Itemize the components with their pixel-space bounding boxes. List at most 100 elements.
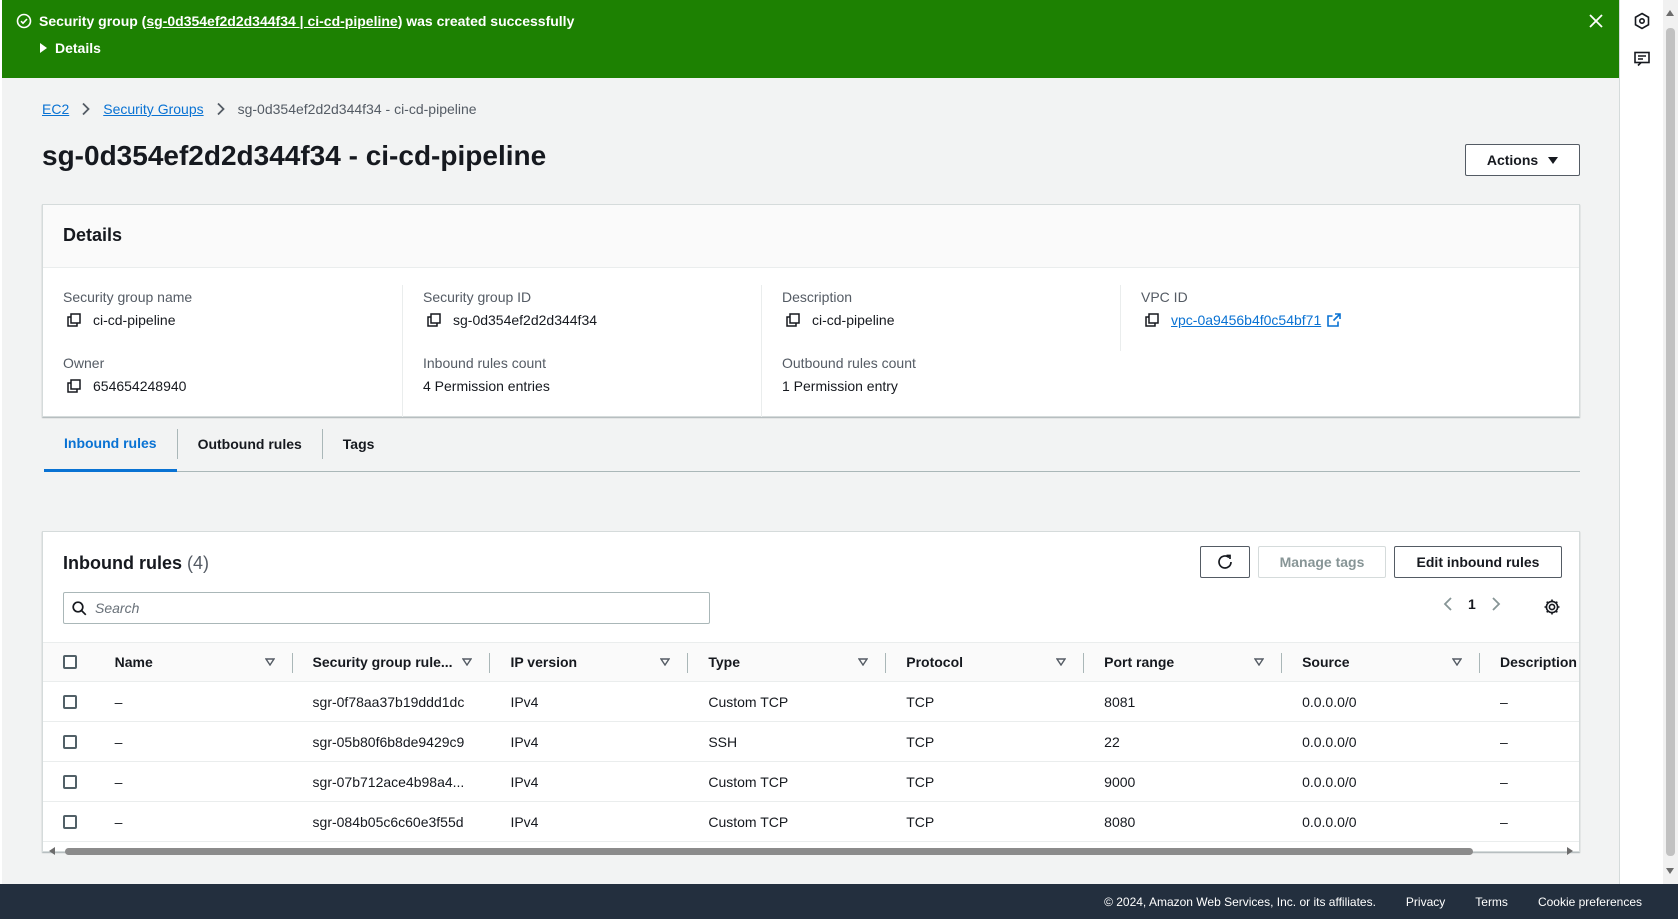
edit-inbound-rules-button[interactable]: Edit inbound rules [1394, 546, 1562, 578]
table-row[interactable]: – sgr-0f78aa37b19ddd1dc IPv4 Custom TCP … [43, 682, 1579, 722]
search-field[interactable] [63, 592, 710, 624]
gear-icon[interactable] [1543, 598, 1561, 616]
chevron-right-icon[interactable] [1491, 596, 1501, 612]
sort-caret-icon[interactable] [264, 658, 275, 666]
column-label: Port range [1104, 654, 1175, 670]
column-label: Protocol [906, 654, 964, 670]
tab-tags[interactable]: Tags [323, 417, 395, 472]
inbound-rules-panel: Inbound rules (4) Manage tags Edit inbou… [42, 531, 1580, 855]
tab-inbound-rules[interactable]: Inbound rules [44, 417, 177, 472]
sort-caret-icon[interactable] [1451, 658, 1462, 666]
success-flash-banner: Security group (sg-0d354ef2d2d344f34 | c… [2, 0, 1619, 78]
sg-name-label: Security group name [63, 289, 193, 305]
page-scrollbar[interactable] [1663, 0, 1678, 884]
cell-rule-id: sgr-07b712ace4b98a4... [312, 773, 465, 790]
description-field: Description ci-cd-pipeline [782, 285, 1121, 351]
copy-icon[interactable] [67, 313, 81, 327]
cloudshell-icon[interactable] [1633, 12, 1651, 30]
flash-prefix: Security group ( [39, 13, 147, 29]
feedback-icon[interactable] [1633, 50, 1651, 68]
scroll-thumb[interactable] [65, 848, 1473, 855]
scroll-left-arrow-icon[interactable] [49, 847, 55, 855]
column-header-port-range[interactable]: Port range [1084, 643, 1283, 681]
manage-tags-button[interactable]: Manage tags [1258, 546, 1386, 578]
table-row[interactable]: – sgr-07b712ace4b98a4... IPv4 Custom TCP… [43, 762, 1579, 802]
inbound-count-value: 4 Permission entries [423, 378, 550, 394]
refresh-icon [1218, 554, 1232, 569]
actions-button[interactable]: Actions [1465, 144, 1580, 176]
inbound-rules-count: (4) [187, 553, 210, 573]
scroll-right-arrow-icon[interactable] [1567, 847, 1573, 855]
details-column-1: Security group name ci-cd-pipeline Owner… [43, 285, 403, 417]
details-panel: Details Security group name ci-cd-pipeli… [42, 204, 1580, 417]
flash-details-label: Details [55, 40, 101, 56]
owner-label: Owner [63, 355, 105, 371]
tab-outbound-rules[interactable]: Outbound rules [178, 417, 322, 472]
sort-caret-icon[interactable] [1254, 658, 1265, 666]
sort-caret-icon[interactable] [462, 658, 473, 666]
cell-port-range: 9000 [1104, 773, 1136, 790]
column-header-name[interactable]: Name [95, 643, 293, 681]
cell-description: – [1499, 733, 1508, 750]
column-label: IP version [510, 654, 578, 670]
breadcrumb-current: sg-0d354ef2d2d344f34 - ci-cd-pipeline [237, 101, 477, 117]
flash-suffix: ) was created successfully [397, 13, 575, 29]
sort-caret-icon[interactable] [1056, 658, 1067, 666]
row-checkbox[interactable] [63, 774, 77, 789]
select-all-checkbox[interactable] [63, 655, 77, 669]
scroll-down-arrow-icon[interactable] [1666, 868, 1674, 874]
search-input[interactable] [95, 600, 695, 616]
breadcrumb-ec2[interactable]: EC2 [42, 101, 69, 117]
page-title: sg-0d354ef2d2d344f34 - ci-cd-pipeline [42, 140, 547, 171]
cell-type: Custom TCP [708, 813, 789, 830]
scroll-up-arrow-icon[interactable] [1666, 10, 1674, 16]
table-row[interactable]: – sgr-05b80f6b8de9429c9 IPv4 SSH TCP 22 … [43, 722, 1579, 762]
copy-icon[interactable] [427, 313, 441, 327]
scroll-thumb[interactable] [1666, 28, 1675, 856]
select-all-cell [43, 643, 95, 681]
page-number[interactable]: 1 [1468, 596, 1476, 612]
copy-icon[interactable] [786, 313, 800, 327]
row-checkbox[interactable] [63, 814, 77, 829]
cell-rule-id: sgr-05b80f6b8de9429c9 [312, 733, 465, 750]
flash-sg-link[interactable]: sg-0d354ef2d2d344f34 | ci-cd-pipeline [146, 13, 397, 29]
column-header-source[interactable]: Source [1282, 643, 1480, 681]
row-checkbox[interactable] [63, 694, 77, 709]
chevron-right-icon [82, 102, 91, 116]
sort-caret-icon[interactable] [660, 658, 671, 666]
vpc-id-link[interactable]: vpc-0a9456b4f0c54bf71 [1171, 312, 1321, 328]
flash-details-toggle[interactable]: Details [40, 40, 101, 56]
footer-terms-link[interactable]: Terms [1475, 895, 1508, 909]
chevron-left-icon[interactable] [1443, 596, 1453, 612]
footer-cookie-preferences-link[interactable]: Cookie preferences [1538, 895, 1642, 909]
sort-caret-icon[interactable] [858, 658, 869, 666]
footer-privacy-link[interactable]: Privacy [1406, 895, 1445, 909]
table-row[interactable]: – sgr-084b05c6c60e3f55d IPv4 Custom TCP … [43, 802, 1579, 842]
description-label: Description [782, 289, 853, 305]
sg-name-value: ci-cd-pipeline [93, 312, 176, 328]
caret-right-icon [40, 43, 47, 53]
close-icon[interactable] [1589, 14, 1603, 28]
row-checkbox[interactable] [63, 734, 77, 749]
copy-icon[interactable] [67, 379, 81, 393]
footer: © 2024, Amazon Web Services, Inc. or its… [0, 884, 1678, 919]
tab-list: Inbound rules Outbound rules Tags [44, 417, 1580, 472]
inbound-count-field: Inbound rules count 4 Permission entries [423, 351, 762, 417]
refresh-button[interactable] [1200, 546, 1250, 578]
outbound-count-field: Outbound rules count 1 Permission entry [782, 351, 1121, 417]
cell-ip-version: IPv4 [510, 813, 539, 830]
breadcrumb-security-groups[interactable]: Security Groups [103, 101, 203, 117]
column-header-rule-id[interactable]: Security group rule... [293, 643, 491, 681]
copy-icon[interactable] [1145, 313, 1159, 327]
sg-id-value: sg-0d354ef2d2d344f34 [453, 312, 598, 328]
owner-field: Owner 654654248940 [63, 351, 403, 417]
external-link-icon[interactable] [1327, 313, 1342, 327]
table-horizontal-scrollbar[interactable] [43, 845, 1579, 857]
inbound-rules-table: Name Security group rule... IP version T… [43, 642, 1579, 842]
column-header-protocol[interactable]: Protocol [886, 643, 1085, 681]
column-header-ip-version[interactable]: IP version [490, 643, 689, 681]
pagination: 1 [1443, 596, 1501, 612]
column-header-type[interactable]: Type [688, 643, 887, 681]
search-icon [72, 600, 87, 615]
column-header-description[interactable]: Description [1480, 643, 1579, 681]
